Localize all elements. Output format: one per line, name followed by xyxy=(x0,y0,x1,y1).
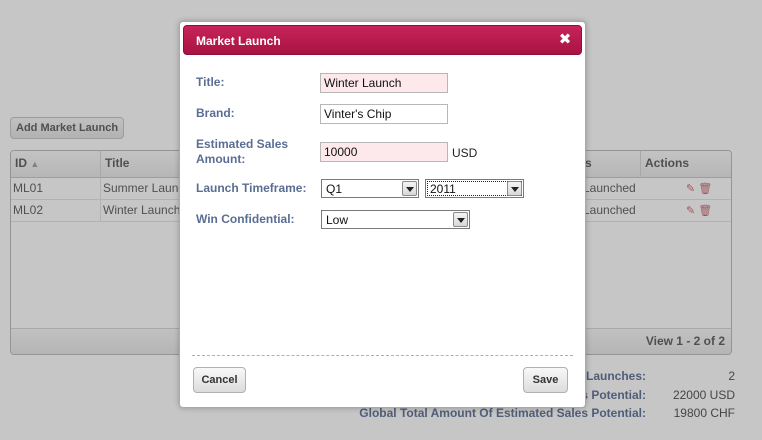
dialog-titlebar[interactable]: Market Launch ✖ xyxy=(183,25,582,55)
market-launch-dialog: Market Launch ✖ Title: Winter Launch Bra… xyxy=(179,21,586,408)
dialog-title: Market Launch xyxy=(196,34,281,48)
chevron-down-icon[interactable] xyxy=(402,181,417,196)
amount-input[interactable]: 10000 xyxy=(320,142,448,162)
brand-input[interactable]: Vinter's Chip xyxy=(320,104,448,124)
chevron-down-icon[interactable] xyxy=(453,212,468,227)
footer-divider xyxy=(192,355,573,356)
quarter-select[interactable]: Q1 xyxy=(321,179,419,198)
cancel-button[interactable]: Cancel xyxy=(193,367,246,393)
close-icon[interactable]: ✖ xyxy=(557,31,573,49)
currency-unit: USD xyxy=(452,146,478,160)
title-label: Title: xyxy=(196,75,225,89)
chevron-down-icon[interactable] xyxy=(507,181,522,196)
save-button[interactable]: Save xyxy=(523,367,568,393)
confidential-select[interactable]: Low xyxy=(321,210,470,229)
confidential-label: Win Confidential: xyxy=(196,212,295,226)
brand-label: Brand: xyxy=(196,106,235,120)
amount-label: Estimated Sales Amount: xyxy=(196,137,289,166)
year-select[interactable]: 2011 xyxy=(425,179,524,198)
timeframe-label: Launch Timeframe: xyxy=(196,181,307,195)
title-input[interactable]: Winter Launch xyxy=(320,73,448,93)
